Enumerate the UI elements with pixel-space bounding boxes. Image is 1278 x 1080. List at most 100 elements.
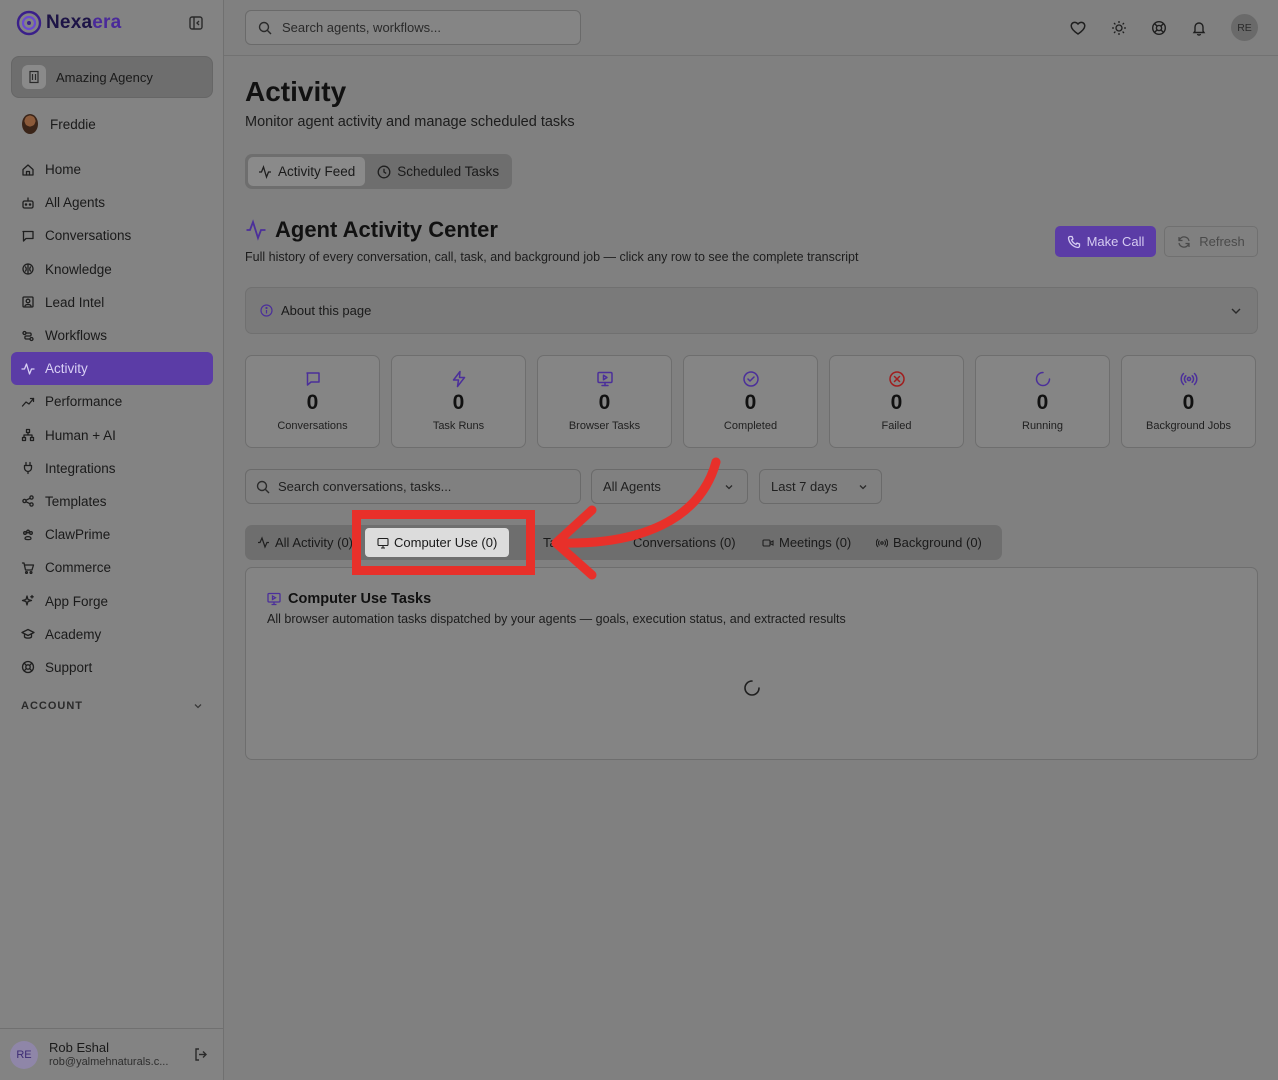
stat-value: 0 (744, 391, 757, 414)
sidebar-item-all-agents[interactable]: All Agents (11, 186, 213, 219)
sidebar-item-human-ai[interactable]: Human + AI (11, 419, 213, 452)
footer-user-email: rob@yalmehnaturals.c... (49, 1055, 169, 1068)
refresh-button[interactable]: Refresh (1164, 226, 1258, 257)
stat-card-task-runs[interactable]: 0 Task Runs (391, 355, 526, 448)
stat-card-background-jobs[interactable]: 0 Background Jobs (1121, 355, 1256, 448)
check-circle-icon (742, 371, 759, 387)
stat-card-browser-tasks[interactable]: 0 Browser Tasks (537, 355, 672, 448)
stats-row: 0 Conversations 0 Task Runs 0 Browser Tasks 0 C… (245, 355, 1256, 448)
sidebar-item-label: Academy (45, 626, 102, 642)
stat-label: Conversations (277, 420, 348, 433)
sidebar-item-commerce[interactable]: Commerce (11, 551, 213, 584)
sidebar-item-academy[interactable]: Academy (11, 618, 213, 651)
logo[interactable]: Nexaera (16, 10, 121, 36)
footer-user-name: Rob Eshal (49, 1040, 109, 1056)
info-icon (260, 304, 273, 317)
chevron-down-icon (1231, 308, 1241, 314)
workflow-icon (22, 330, 34, 341)
account-section-toggle[interactable]: ACCOUNT (21, 700, 203, 712)
activity-search-placeholder: Search conversations, tasks... (278, 479, 452, 494)
stat-label: Failed (881, 420, 912, 433)
tab-conversations[interactable]: Conversations (0) (633, 528, 736, 557)
footer-user: Rob Eshal rob@yalmehnaturals.c... (49, 1040, 168, 1069)
sidebar-item-clawprime[interactable]: ClawPrime (11, 518, 213, 551)
tab-meetings[interactable]: Meetings (0) (762, 528, 851, 557)
sidebar: Nexaera Amazing Agency Freddie Home All A… (0, 0, 224, 1080)
paw-icon (23, 529, 33, 540)
sidebar-item-conversations[interactable]: Conversations (11, 219, 213, 252)
avatar[interactable]: RE (10, 1040, 38, 1069)
tab-tasks[interactable]: Tasks (0) (543, 528, 562, 557)
activity-icon (246, 219, 266, 241)
stat-card-conversations[interactable]: 0 Conversations (245, 355, 380, 448)
agent-filter-select[interactable]: All Agents (591, 469, 748, 504)
global-search-placeholder: Search agents, workflows... (282, 20, 441, 35)
sidebar-item-label: Performance (45, 394, 123, 410)
plug-icon (23, 462, 33, 475)
make-call-button[interactable]: Make Call (1055, 226, 1156, 257)
user-switcher[interactable]: Freddie (22, 114, 96, 134)
message-icon (22, 230, 34, 242)
loader-icon (1035, 371, 1050, 387)
tab-label: Activity Feed (278, 164, 356, 179)
activity-search-input[interactable]: Search conversations, tasks... (245, 469, 581, 504)
sidebar-item-label: Commerce (45, 560, 112, 576)
sidebar-item-lead-intel[interactable]: Lead Intel (11, 286, 213, 319)
logout-icon[interactable] (193, 1047, 208, 1062)
sidebar-item-label: ClawPrime (45, 527, 111, 543)
sidebar-item-templates[interactable]: Templates (11, 485, 213, 518)
sidebar-item-label: Lead Intel (45, 294, 105, 310)
sidebar-item-label: App Forge (45, 593, 109, 609)
sidebar-item-label: Human + AI (45, 427, 116, 443)
sidebar-item-workflows[interactable]: Workflows (11, 319, 213, 352)
sidebar-item-label: Workflows (45, 328, 108, 344)
radio-icon (876, 538, 888, 547)
bell-icon[interactable] (1191, 20, 1207, 36)
stat-value: 0 (1036, 391, 1049, 414)
sidebar-item-label: Support (45, 659, 93, 675)
building-icon (22, 65, 46, 89)
tab-background[interactable]: Background (0) (876, 528, 982, 557)
search-icon (256, 480, 270, 493)
sidebar-item-knowledge[interactable]: Knowledge (11, 253, 213, 286)
monitor-icon (596, 371, 613, 387)
topbar-actions: RE (1069, 14, 1258, 41)
date-range-select[interactable]: Last 7 days (759, 469, 882, 504)
user-name: Freddie (50, 116, 96, 132)
bot-icon (22, 197, 34, 209)
agency-switcher[interactable]: Amazing Agency (11, 56, 213, 98)
radio-icon (1179, 372, 1198, 386)
sidebar-item-activity[interactable]: Activity (11, 352, 213, 386)
global-search-input[interactable]: Search agents, workflows... (245, 10, 581, 45)
zap-icon (452, 370, 465, 388)
sidebar-item-performance[interactable]: Performance (11, 385, 213, 418)
stat-label: Running (1022, 420, 1063, 433)
avatar[interactable]: RE (1231, 14, 1258, 41)
stat-value: 0 (452, 391, 465, 414)
sidebar-item-app-forge[interactable]: App Forge (11, 584, 213, 617)
sun-icon[interactable] (1111, 20, 1127, 36)
sidebar-item-home[interactable]: Home (11, 153, 213, 186)
search-icon (258, 21, 272, 34)
about-page-accordion[interactable]: About this page (245, 287, 1258, 334)
stat-value: 0 (890, 391, 903, 414)
stat-card-running[interactable]: 0 Running (975, 355, 1110, 448)
annotation-highlight-box (352, 510, 535, 575)
tab-activity-feed[interactable]: Activity Feed (248, 157, 366, 186)
stat-card-failed[interactable]: 0 Failed (829, 355, 964, 448)
support-icon (21, 661, 35, 674)
heart-icon[interactable] (1069, 19, 1087, 37)
sidebar-item-integrations[interactable]: Integrations (11, 452, 213, 485)
sidebar-item-support[interactable]: Support (11, 651, 213, 684)
lifebuoy-icon[interactable] (1151, 20, 1167, 36)
page-tabs: Activity Feed Scheduled Tasks (245, 154, 513, 189)
stat-card-completed[interactable]: 0 Completed (683, 355, 818, 448)
tab-all-activity[interactable]: All Activity (0) (257, 528, 353, 557)
activity-icon (257, 536, 269, 549)
loading-spinner-icon (744, 680, 760, 696)
tab-scheduled-tasks[interactable]: Scheduled Tasks (367, 157, 509, 186)
sidebar-collapse-icon[interactable] (188, 15, 204, 31)
chevron-down-icon (194, 704, 202, 709)
contact-icon (22, 296, 34, 308)
sidebar-item-label: Knowledge (45, 261, 112, 277)
